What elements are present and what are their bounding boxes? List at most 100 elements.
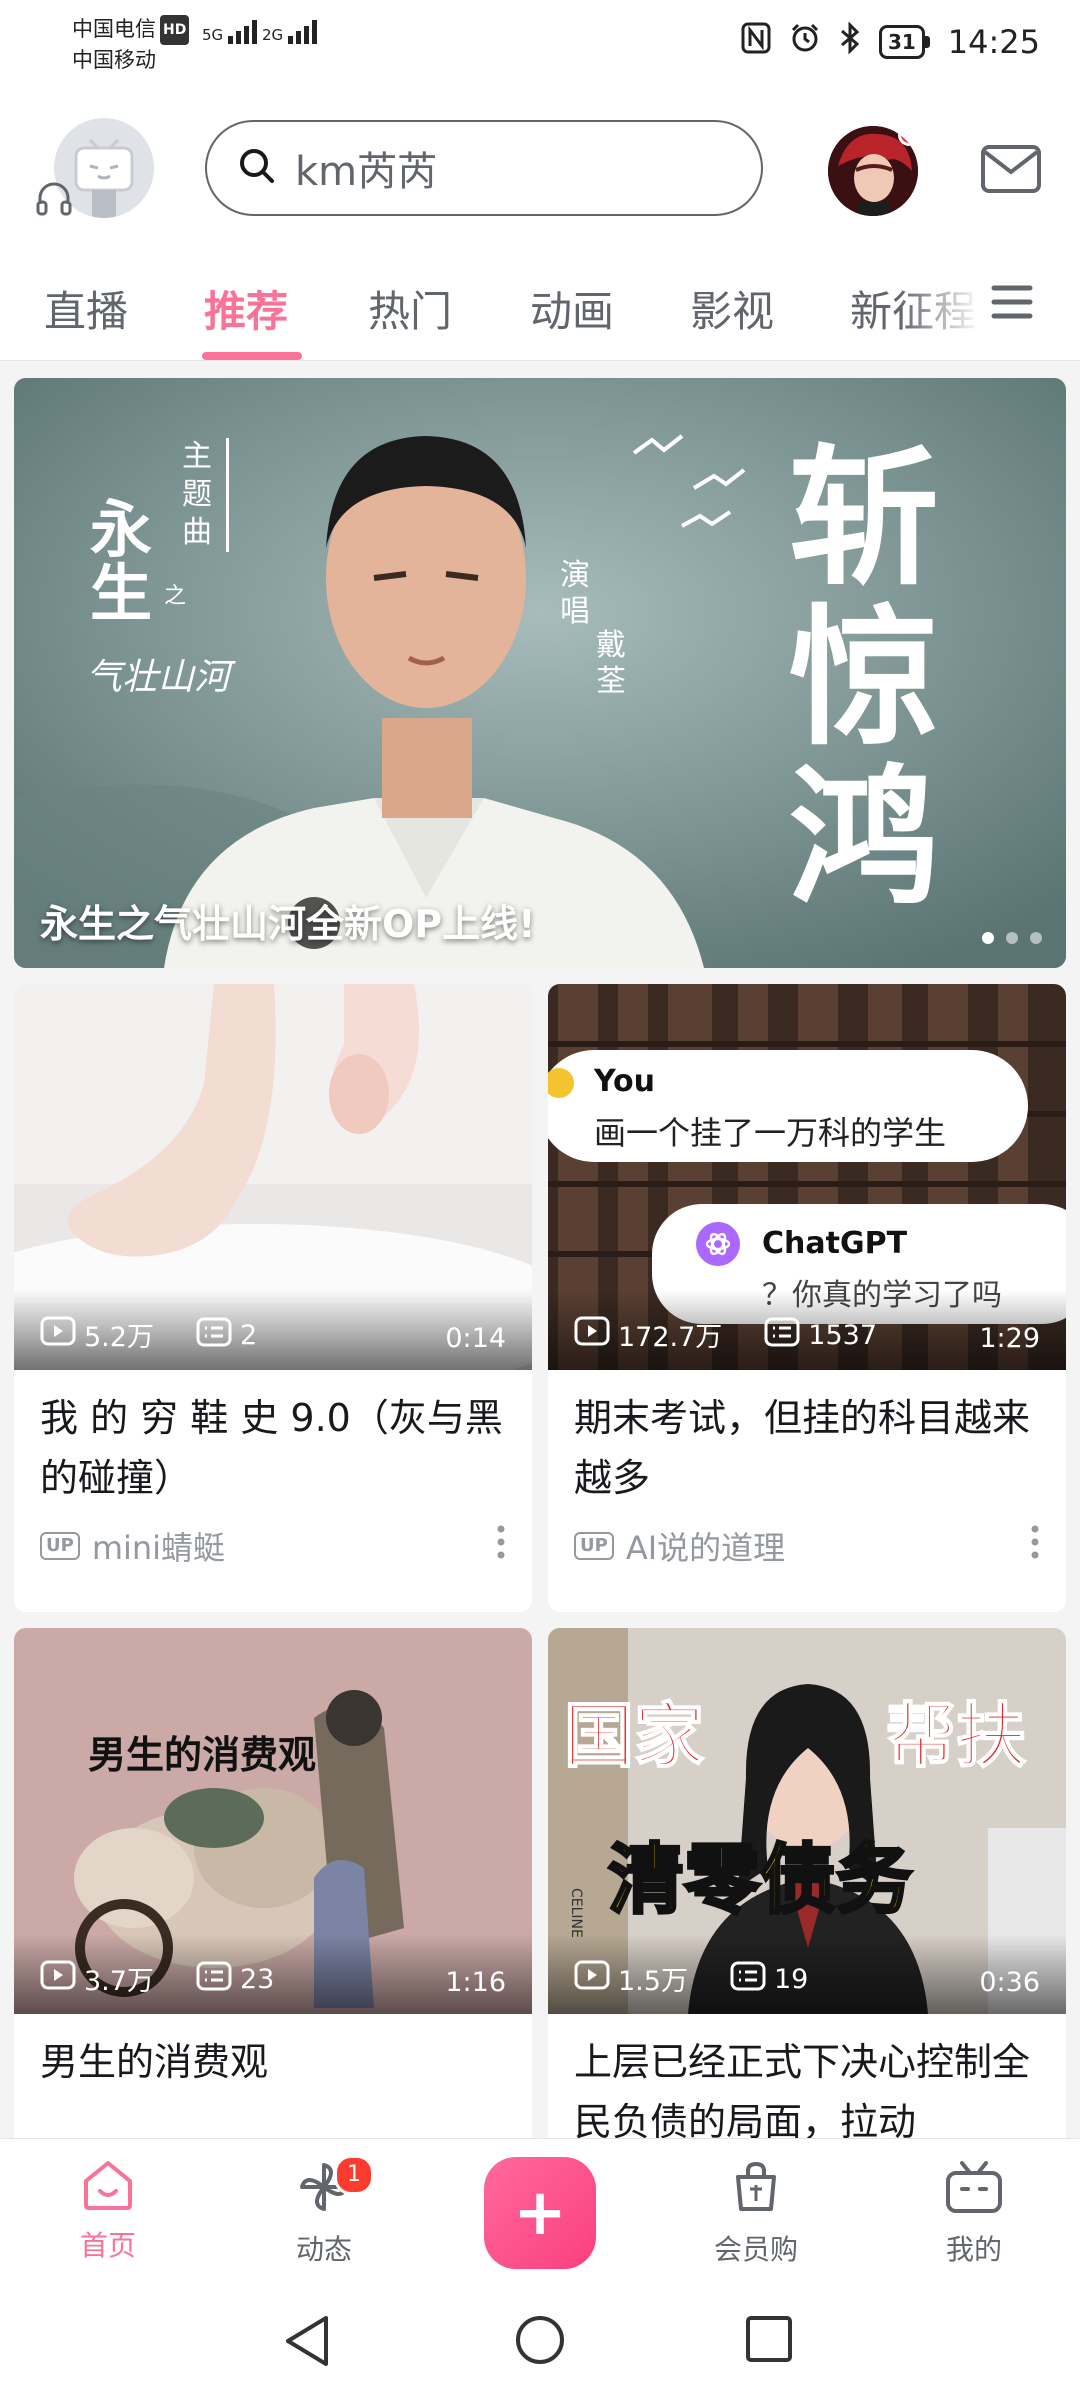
chatgpt-logo-icon bbox=[696, 1222, 740, 1266]
video-title[interactable]: 期末考试，但挂的科目越来越多 bbox=[548, 1370, 1066, 1508]
tab-recommend[interactable]: 推荐 bbox=[204, 278, 288, 339]
carousel-dots bbox=[982, 932, 1042, 944]
view-count: 5.2万 bbox=[84, 1322, 154, 1353]
video-thumbnail[interactable]: You 画一个挂了一万科的学生 ChatGPT ？你真的学习了吗 172.7万 … bbox=[548, 984, 1066, 1370]
comment-count-icon bbox=[764, 1317, 800, 1354]
chat-bubble-user: You 画一个挂了一万科的学生 bbox=[548, 1050, 1028, 1162]
video-duration: 1:29 bbox=[979, 1323, 1040, 1354]
thumbnail-book-label: CELINE bbox=[568, 1888, 584, 1938]
comment-count-icon bbox=[196, 1317, 232, 1354]
video-card-2[interactable]: You 画一个挂了一万科的学生 ChatGPT ？你真的学习了吗 172.7万 … bbox=[548, 984, 1066, 1612]
comment-count: 2 bbox=[239, 1320, 258, 1351]
clock-time: 14:25 bbox=[947, 23, 1040, 61]
nav-shop[interactable]: 会员购 bbox=[686, 2159, 826, 2268]
network-type-2: 2G bbox=[262, 26, 284, 44]
banner-show-title: 永生 bbox=[90, 493, 153, 630]
thumbnail-headline-1b: 帮扶 bbox=[885, 1694, 1027, 1778]
signal-2g-icon: 2G bbox=[262, 20, 320, 44]
home-icon bbox=[80, 2161, 136, 2218]
video-title[interactable]: 我 的 穷 鞋 史 9.0（灰与黑的碰撞） bbox=[14, 1370, 532, 1508]
user-avatar[interactable] bbox=[828, 126, 918, 216]
banner-singer-name: 戴荃 bbox=[596, 628, 626, 699]
tab-film[interactable]: 影视 bbox=[690, 278, 774, 339]
banner-song-title: 斩惊鸿 bbox=[788, 430, 939, 926]
video-card-3[interactable]: 男生的消费观 3.7万 23 1:16 男生的消费观 bbox=[14, 1628, 532, 2168]
more-options-icon[interactable] bbox=[496, 1524, 506, 1568]
notification-dot bbox=[898, 126, 918, 146]
video-duration: 0:14 bbox=[445, 1323, 506, 1354]
search-icon bbox=[237, 146, 277, 190]
video-stats: 1.5万 19 0:36 bbox=[548, 1934, 1066, 2014]
view-count: 172.7万 bbox=[618, 1322, 723, 1353]
video-title[interactable]: 上层已经正式下决心控制全民负债的局面，拉动 bbox=[548, 2014, 1066, 2152]
top-header: km芮芮 bbox=[0, 96, 1080, 248]
play-count-icon bbox=[574, 1316, 610, 1353]
video-card-1[interactable]: 5.2万 2 0:14 我 的 穷 鞋 史 9.0（灰与黑的碰撞） UP min… bbox=[14, 984, 532, 1612]
tab-anime[interactable]: 动画 bbox=[530, 278, 614, 339]
video-stats: 5.2万 2 0:14 bbox=[14, 1290, 532, 1370]
nav-home-label: 首页 bbox=[79, 2229, 136, 2262]
thumbnail-headline-1a: 国家 bbox=[563, 1694, 705, 1778]
battery-indicator: 31 bbox=[878, 25, 930, 59]
nav-shop-label: 会员购 bbox=[713, 2233, 798, 2266]
upload-plus-button[interactable]: + bbox=[484, 2157, 596, 2269]
banner-caption: 永生之气壮山河全新OP上线! bbox=[40, 902, 536, 946]
play-count-icon bbox=[574, 1960, 610, 1997]
banner-carousel[interactable]: 主题曲 永生 之 气壮山河 演唱 戴荃 斩惊鸿 永生之气壮山河全新OP上线! bbox=[14, 378, 1066, 968]
active-tab-indicator bbox=[202, 352, 302, 360]
comment-count-icon bbox=[196, 1961, 232, 1998]
search-bar[interactable]: km芮芮 bbox=[205, 120, 763, 216]
nav-dynamic[interactable]: 1 动态 bbox=[254, 2155, 394, 2268]
view-count: 3.7万 bbox=[84, 1966, 154, 1997]
view-count: 1.5万 bbox=[618, 1966, 688, 1997]
alarm-icon bbox=[789, 22, 821, 62]
video-card-4[interactable]: 国家 帮扶 清零债务 CELINE 1.5万 19 0:36 上层已经正式下决心… bbox=[548, 1628, 1066, 2168]
video-stats: 3.7万 23 1:16 bbox=[14, 1934, 532, 2014]
home-circle-icon[interactable] bbox=[514, 2314, 566, 2366]
back-icon[interactable] bbox=[282, 2314, 332, 2368]
dynamic-badge: 1 bbox=[334, 2155, 374, 2195]
banner-show-title-small: 之 bbox=[164, 584, 187, 609]
video-thumbnail[interactable]: 5.2万 2 0:14 bbox=[14, 984, 532, 1370]
comment-count-icon bbox=[730, 1961, 766, 1998]
nfc-icon bbox=[741, 22, 771, 62]
video-duration: 0:36 bbox=[979, 1967, 1040, 1998]
carrier-1: 中国电信 bbox=[72, 17, 156, 41]
banner-singer-label: 演唱 bbox=[560, 558, 590, 629]
mail-icon[interactable] bbox=[980, 144, 1042, 198]
chat-gpt-label: ChatGPT bbox=[762, 1226, 908, 1261]
more-options-icon[interactable] bbox=[1030, 1524, 1040, 1568]
uploader-row: UP AI说的道理 bbox=[548, 1508, 1066, 1576]
thumbnail-caption: 男生的消费观 bbox=[88, 1733, 317, 1777]
banner-theme-song-label: 主题曲 bbox=[182, 438, 229, 552]
video-thumbnail[interactable]: 国家 帮扶 清零债务 CELINE 1.5万 19 0:36 bbox=[548, 1628, 1066, 2014]
network-type-1: 5G bbox=[202, 26, 224, 44]
category-tabs: 直播 推荐 热门 动画 影视 新征程 bbox=[0, 248, 1080, 361]
tab-hot[interactable]: 热门 bbox=[368, 278, 452, 339]
nav-mine[interactable]: 我的 bbox=[904, 2159, 1044, 2268]
menu-icon[interactable] bbox=[990, 282, 1034, 326]
pinwheel-icon bbox=[296, 2163, 352, 2222]
video-thumbnail[interactable]: 男生的消费观 3.7万 23 1:16 bbox=[14, 1628, 532, 2014]
comment-count: 19 bbox=[773, 1964, 809, 1995]
comment-count: 1537 bbox=[808, 1320, 878, 1351]
user-chat-avatar bbox=[548, 1068, 574, 1098]
carousel-dot-active bbox=[982, 932, 994, 944]
system-navigation-bar bbox=[0, 2278, 1080, 2400]
bottom-navigation: 首页 1 动态 + 会员购 我的 bbox=[0, 2138, 1080, 2279]
uploader-name[interactable]: mini蜻蜓 bbox=[92, 1523, 225, 1569]
nav-home[interactable]: 首页 bbox=[38, 2159, 178, 2264]
carrier-2: 中国移动 bbox=[72, 48, 156, 72]
carousel-dot bbox=[1006, 932, 1018, 944]
up-badge: UP bbox=[574, 1532, 614, 1560]
carousel-dot bbox=[1030, 932, 1042, 944]
headphone-icon[interactable] bbox=[34, 178, 74, 226]
chat-user-label: You bbox=[594, 1064, 655, 1099]
video-duration: 1:16 bbox=[445, 1967, 506, 1998]
video-title[interactable]: 男生的消费观 bbox=[14, 2014, 532, 2152]
play-count-icon bbox=[40, 1960, 76, 1997]
tab-live[interactable]: 直播 bbox=[44, 278, 128, 339]
uploader-name[interactable]: AI说的道理 bbox=[626, 1523, 785, 1569]
recents-icon[interactable] bbox=[744, 2314, 794, 2364]
search-input[interactable]: km芮芮 bbox=[295, 139, 437, 197]
